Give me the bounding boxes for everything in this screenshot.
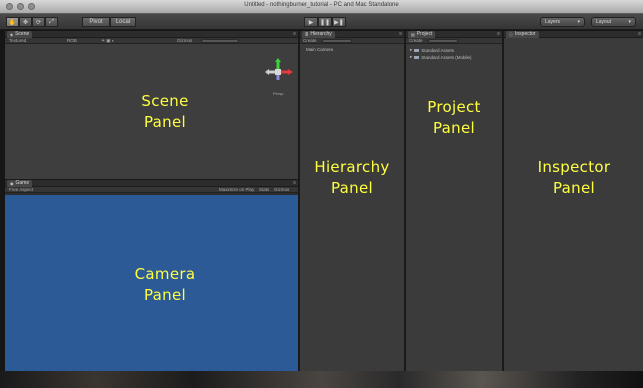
hierarchy-panel-label: Hierarchy Panel — [302, 157, 402, 199]
inspector-label-line1: Inspector — [537, 158, 611, 176]
aspect-dropdown[interactable]: Free Aspect — [9, 187, 33, 193]
step-button[interactable]: ▶❚ — [332, 17, 346, 27]
chevron-down-icon: ▾ — [577, 19, 580, 25]
panel-splitter[interactable] — [502, 31, 504, 371]
scene-label-line1: Scene — [141, 92, 189, 110]
layout-label: Layout — [596, 19, 612, 25]
inspector-tab-icon: ⓘ — [509, 32, 513, 37]
game-tab-icon: ◉ — [10, 181, 14, 186]
project-folder-label: Standard Assets — [421, 47, 455, 53]
project-panel-label: Project Panel — [406, 97, 502, 139]
layers-dropdown[interactable]: Layers ▾ — [540, 17, 585, 27]
window-titlebar: Untitled - nothingburner_tutorial - PC a… — [0, 0, 643, 14]
hierarchy-item[interactable]: Main Camera — [306, 47, 333, 52]
hierarchy-tabbar: ≣ Hierarchy ≡ — [300, 31, 404, 38]
camera-panel-label: Camera Panel — [110, 264, 220, 306]
scale-tool-button[interactable]: ⤢ — [45, 17, 58, 27]
panel-splitter[interactable] — [298, 31, 300, 371]
stats-toggle[interactable]: Stats — [259, 187, 269, 193]
maximize-on-play-toggle[interactable]: Maximize on Play — [219, 187, 254, 193]
scene-tabbar: ◈ Scene ≡ — [5, 31, 298, 38]
hierarchy-label-line2: Panel — [331, 179, 373, 197]
project-folder-item[interactable]: ▸ Standard Assets (Mobile) — [410, 54, 472, 60]
panel-menu-icon[interactable]: ≡ — [497, 31, 500, 38]
bottom-desktop-strip — [0, 371, 643, 388]
project-create-dropdown[interactable]: Create — [409, 38, 423, 44]
gizmos-dropdown[interactable]: Gizmos — [177, 38, 192, 44]
inspector-panel-label: Inspector Panel — [514, 157, 634, 199]
project-label-line1: Project — [427, 98, 481, 116]
pause-button[interactable]: ❚❚ — [318, 17, 332, 27]
scene-control-bar: Textured RGB ☀ ▣ ◐ Gizmos — [5, 38, 298, 44]
game-tab-label: Game — [15, 180, 30, 186]
panel-splitter[interactable] — [5, 179, 298, 180]
tab-project[interactable]: ▤ Project — [408, 31, 436, 38]
inspector-label-line2: Panel — [553, 179, 595, 197]
scene-label-line2: Panel — [144, 113, 186, 131]
camera-label-line2: Panel — [144, 286, 186, 304]
hierarchy-tab-label: Hierarchy — [310, 31, 332, 37]
hierarchy-create-dropdown[interactable]: Create — [303, 38, 317, 44]
scene-tab-label: Scene — [15, 31, 30, 37]
play-button[interactable]: ▶ — [304, 17, 318, 27]
scene-panel-label: Scene Panel — [115, 91, 215, 133]
tab-hierarchy[interactable]: ≣ Hierarchy — [302, 31, 335, 38]
panel-menu-icon[interactable]: ≡ — [293, 31, 296, 38]
local-button[interactable]: Local — [110, 17, 136, 27]
project-tab-icon: ▤ — [411, 32, 415, 37]
inspector-panel[interactable]: ⓘ Inspector ≡ Inspector Panel — [504, 31, 643, 371]
panel-menu-icon[interactable]: ≡ — [293, 180, 296, 187]
camera-label-line1: Camera — [134, 265, 196, 283]
game-control-bar: Free Aspect Maximize on Play Stats Gizmo… — [5, 187, 298, 193]
scene-panel[interactable]: ◈ Scene ≡ Textured RGB ☀ ▣ ◐ Gizmos Pers… — [5, 31, 298, 179]
hand-tool-button[interactable]: ✋ — [6, 17, 19, 27]
window-title: Untitled - nothingburner_tutorial - PC a… — [244, 2, 399, 8]
game-gizmos-toggle[interactable]: Gizmos — [274, 187, 289, 193]
inspector-tab-label: Inspector — [515, 31, 536, 37]
pivot-button[interactable]: Pivot — [82, 17, 110, 27]
tab-scene[interactable]: ◈ Scene — [7, 31, 33, 38]
panel-splitter[interactable] — [404, 31, 406, 371]
layers-label: Layers — [545, 19, 561, 25]
tab-inspector[interactable]: ⓘ Inspector — [506, 31, 539, 38]
expand-arrow-icon[interactable]: ▸ — [410, 54, 412, 60]
project-label-line2: Panel — [433, 119, 475, 137]
project-control-bar: Create — [406, 38, 502, 44]
project-tab-label: Project — [416, 31, 433, 37]
hierarchy-panel[interactable]: ≣ Hierarchy ≡ Create Main Camera Hierarc… — [300, 31, 404, 371]
game-panel[interactable]: ◉ Game ≡ Free Aspect Maximize on Play St… — [5, 180, 298, 371]
scene-tab-icon: ◈ — [10, 32, 14, 37]
layout-dropdown[interactable]: Layout ▾ — [591, 17, 636, 27]
render-mode-dropdown[interactable]: RGB — [67, 38, 77, 44]
persp-label: Persp — [273, 91, 284, 96]
scene-toggle-icons[interactable]: ☀ ▣ ◐ — [101, 38, 115, 44]
panel-menu-icon[interactable]: ≡ — [638, 31, 641, 38]
tab-game[interactable]: ◉ Game — [7, 180, 33, 187]
hierarchy-tab-icon: ≣ — [305, 32, 309, 37]
hierarchy-search-input[interactable] — [322, 39, 352, 43]
project-panel[interactable]: ▤ Project ≡ Create ▸ Standard Assets ▸ S… — [406, 31, 502, 371]
project-tabbar: ▤ Project ≡ — [406, 31, 502, 38]
pivot-toggle-group: Pivot Local — [82, 17, 136, 27]
move-tool-button[interactable]: ✥ — [19, 17, 32, 27]
project-folder-label: Standard Assets (Mobile) — [421, 54, 472, 60]
rotate-tool-button[interactable]: ⟳ — [32, 17, 45, 27]
playback-controls: ▶ ❚❚ ▶❚ — [304, 17, 346, 27]
scene-orientation-gizmo-icon[interactable] — [265, 58, 295, 90]
project-search-input[interactable] — [428, 39, 458, 43]
game-tabbar: ◉ Game ≡ — [5, 180, 298, 187]
hierarchy-control-bar: Create — [300, 38, 404, 44]
chevron-down-icon: ▾ — [628, 19, 631, 25]
folder-icon — [414, 55, 420, 59]
expand-arrow-icon[interactable]: ▸ — [410, 47, 412, 53]
inspector-tabbar: ⓘ Inspector ≡ — [504, 31, 643, 38]
project-folder-item[interactable]: ▸ Standard Assets — [410, 47, 454, 53]
panel-menu-icon[interactable]: ≡ — [399, 31, 402, 38]
transform-tools: ✋ ✥ ⟳ ⤢ — [6, 17, 58, 27]
folder-icon — [414, 48, 420, 52]
hierarchy-label-line1: Hierarchy — [314, 158, 390, 176]
draw-mode-dropdown[interactable]: Textured — [9, 38, 26, 44]
main-toolbar: ✋ ✥ ⟳ ⤢ Pivot Local ▶ ❚❚ ▶❚ Layers ▾ Lay… — [0, 14, 643, 30]
scene-search-input[interactable] — [201, 39, 239, 43]
